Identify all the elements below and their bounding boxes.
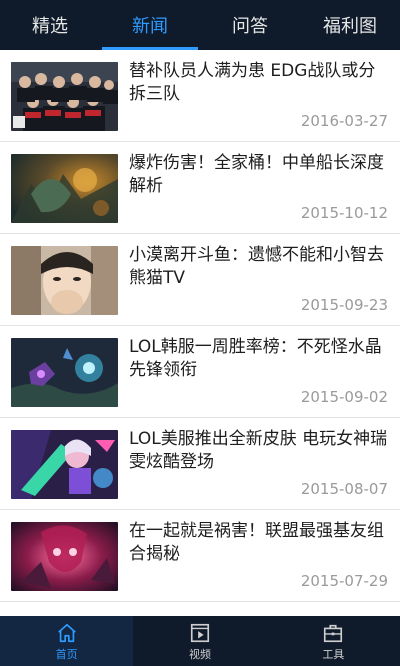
news-thumbnail [11, 338, 118, 407]
tab-news[interactable]: 新闻 [100, 0, 200, 50]
toolbox-icon [324, 624, 343, 643]
news-date: 2015-08-07 [300, 480, 388, 498]
app-screen: 精选 新闻 问答 福利图 替补队员人满为患 EDG战队或分拆三队 2016-03… [0, 0, 400, 666]
news-title: LOL美服推出全新皮肤 电玩女神瑞雯炫酷登场 [129, 429, 388, 472]
news-thumbnail [11, 154, 118, 223]
news-list[interactable]: 替补队员人满为患 EDG战队或分拆三队 2016-03-27 爆炸伤害！全家桶！… [0, 50, 400, 616]
news-item[interactable]: 小漠离开斗鱼：遗憾不能和小智去熊猫TV 2015-09-23 [0, 234, 400, 326]
news-thumbnail [11, 62, 118, 131]
news-thumbnail [11, 246, 118, 315]
nav-video[interactable]: 视频 [133, 616, 266, 666]
news-date: 2015-10-12 [300, 204, 388, 222]
news-date: 2016-03-27 [300, 112, 388, 130]
home-icon [57, 623, 76, 643]
nav-tools[interactable]: 工具 [267, 616, 400, 666]
tab-featured[interactable]: 精选 [0, 0, 100, 50]
tab-welfare-pics[interactable]: 福利图 [300, 0, 400, 50]
news-date: 2015-09-02 [300, 388, 388, 406]
news-date: 2015-09-23 [300, 296, 388, 314]
bottom-nav-bar: 首页 视频 工具 [0, 616, 400, 666]
video-icon [190, 623, 210, 643]
top-tab-bar: 精选 新闻 问答 福利图 [0, 0, 400, 50]
news-thumbnail [11, 430, 118, 499]
news-item[interactable]: 在一起就是祸害！联盟最强基友组合揭秘 2015-07-29 [0, 510, 400, 602]
nav-video-label: 视频 [188, 648, 211, 661]
nav-tools-label: 工具 [322, 648, 345, 661]
news-date: 2015-07-29 [300, 572, 388, 590]
news-item[interactable]: LOL韩服一周胜率榜：不死怪水晶先锋领衔 2015-09-02 [0, 326, 400, 418]
news-title: 替补队员人满为患 EDG战队或分拆三队 [129, 61, 376, 104]
news-title: 小漠离开斗鱼：遗憾不能和小智去熊猫TV [129, 245, 384, 288]
news-title: LOL韩服一周胜率榜：不死怪水晶先锋领衔 [129, 337, 382, 380]
news-thumbnail [11, 522, 118, 591]
news-item[interactable]: 替补队员人满为患 EDG战队或分拆三队 2016-03-27 [0, 50, 400, 142]
nav-home[interactable]: 首页 [0, 616, 134, 666]
tab-qa[interactable]: 问答 [200, 0, 300, 50]
news-item[interactable]: LOL美服推出全新皮肤 电玩女神瑞雯炫酷登场 2015-08-07 [0, 418, 400, 510]
nav-home-label: 首页 [55, 648, 78, 661]
news-title: 在一起就是祸害！联盟最强基友组合揭秘 [129, 521, 384, 564]
news-title: 爆炸伤害！全家桶！中单船长深度解析 [129, 153, 384, 196]
news-item[interactable]: 爆炸伤害！全家桶！中单船长深度解析 2015-10-12 [0, 142, 400, 234]
